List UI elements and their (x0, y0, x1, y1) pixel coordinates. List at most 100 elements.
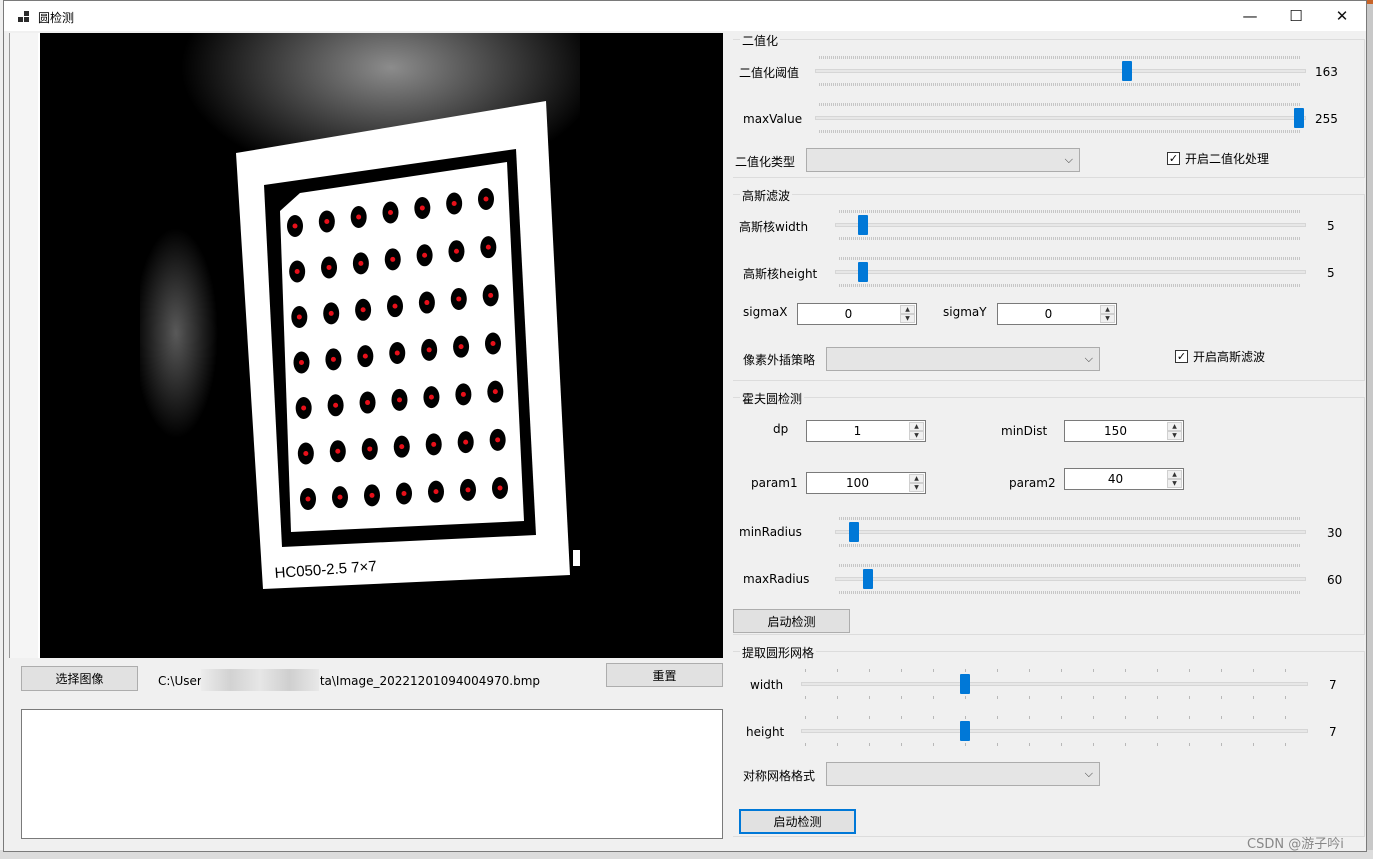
hough-group: 霍夫圆检测 dp 1 ▲ ▼ minDist 150 ▲ ▼ param1 100 … (733, 390, 1365, 635)
spin-down-icon[interactable]: ▼ (1100, 314, 1115, 323)
detected-center-marker (294, 269, 300, 274)
maxradius-label: maxRadius (743, 572, 810, 586)
param1-stepper[interactable]: 100 ▲ ▼ (806, 472, 926, 494)
output-textbox[interactable] (21, 709, 723, 839)
reset-button[interactable]: 重置 (606, 663, 723, 687)
detected-center-marker (483, 196, 489, 202)
detected-center-marker (358, 260, 364, 266)
spin-up-icon[interactable]: ▲ (1167, 422, 1182, 431)
maxradius-slider-ticks-top (839, 564, 1301, 567)
grid-height-slider-thumb[interactable] (960, 721, 971, 741)
gauss-width-value: 5 (1327, 219, 1335, 233)
sigmax-label: sigmaX (743, 305, 788, 319)
binarize-type-dropdown[interactable]: ⌵ (806, 148, 1080, 172)
hough-start-button[interactable]: 启动检测 (733, 609, 850, 633)
spin-down-icon[interactable]: ▼ (1167, 431, 1182, 440)
grid-width-slider-ticks-bottom (805, 696, 1305, 699)
title-bar[interactable]: 圆检测 — ☐ ✕ (4, 1, 1366, 31)
border-mode-dropdown[interactable]: ⌵ (826, 347, 1100, 371)
sigmay-stepper[interactable]: 0 ▲ ▼ (997, 303, 1117, 325)
grid-format-dropdown[interactable]: ⌵ (826, 762, 1100, 786)
max-value-slider-thumb[interactable] (1294, 108, 1304, 128)
spin-up-icon[interactable]: ▲ (909, 422, 924, 431)
mindist-stepper[interactable]: 150 ▲ ▼ (1064, 420, 1184, 442)
spin-down-icon[interactable]: ▼ (1167, 479, 1182, 488)
gauss-height-slider-thumb[interactable] (858, 262, 869, 282)
grid-height-label: height (746, 725, 785, 739)
gauss-height-slider[interactable] (835, 270, 1306, 274)
param1-value: 100 (846, 476, 869, 490)
max-value-slider[interactable] (815, 116, 1306, 120)
enable-binarize-checkbox[interactable]: ✓ 开启二值化处理 (1167, 150, 1269, 167)
minradius-slider-thumb[interactable] (848, 522, 859, 542)
minradius-slider[interactable] (835, 530, 1306, 534)
detected-center-marker (330, 356, 336, 362)
detected-center-marker (426, 347, 432, 353)
gauss-width-slider[interactable] (835, 223, 1306, 227)
binarize-group: 二值化 二值化阈值 163 maxValue 255 二值化类型 ⌵ ✓ 开启二… (733, 32, 1365, 178)
grid-height-slider[interactable] (801, 729, 1308, 733)
detected-center-marker (324, 219, 330, 224)
spin-up-icon[interactable]: ▲ (1100, 305, 1115, 314)
detected-center-marker (495, 437, 501, 443)
select-image-button[interactable]: 选择图像 (21, 666, 138, 691)
grid-width-slider[interactable] (801, 682, 1308, 686)
detected-center-marker (292, 223, 298, 229)
detected-center-marker (485, 244, 491, 250)
grid-width-slider-thumb[interactable] (960, 674, 971, 694)
spin-down-icon[interactable]: ▼ (909, 431, 924, 440)
spin-up-icon[interactable]: ▲ (909, 474, 924, 483)
maxradius-slider[interactable] (835, 577, 1306, 581)
detected-center-marker (390, 256, 396, 262)
detected-center-marker (303, 451, 309, 456)
param2-stepper[interactable]: 40 ▲ ▼ (1064, 468, 1184, 490)
gauss-width-slider-ticks-top (839, 210, 1301, 213)
enable-gauss-checkbox[interactable]: ✓ 开启高斯滤波 (1175, 348, 1265, 365)
redacted-region (201, 669, 319, 691)
detected-center-marker (299, 360, 304, 365)
threshold-slider[interactable] (815, 69, 1306, 73)
mindist-label: minDist (1001, 424, 1048, 438)
gauss-height-label: 高斯核height (743, 267, 818, 281)
detected-center-marker (422, 252, 428, 258)
param2-label: param2 (1009, 476, 1056, 490)
maximize-button[interactable]: ☐ (1273, 1, 1319, 31)
binarize-group-title: 二值化 (740, 32, 781, 49)
spin-down-icon[interactable]: ▼ (909, 483, 924, 492)
spin-up-icon[interactable]: ▲ (1167, 470, 1182, 479)
detected-center-marker (296, 314, 302, 320)
threshold-label: 二值化阈值 (739, 66, 800, 80)
grid-height-slider-ticks-bottom (805, 743, 1305, 746)
gauss-height-slider-ticks-bottom (839, 284, 1301, 287)
detected-center-marker (394, 350, 400, 356)
threshold-slider-thumb[interactable] (1122, 61, 1133, 81)
gauss-width-slider-ticks-bottom (839, 237, 1301, 240)
detected-center-marker (433, 489, 439, 495)
sigmax-stepper[interactable]: 0 ▲ ▼ (797, 303, 917, 325)
gauss-height-slider-ticks-top (839, 257, 1301, 260)
detected-center-marker (369, 492, 375, 498)
dp-stepper[interactable]: 1 ▲ ▼ (806, 420, 926, 442)
spin-up-icon[interactable]: ▲ (900, 305, 915, 314)
maxradius-slider-thumb[interactable] (862, 569, 873, 589)
max-value-value: 255 (1315, 112, 1338, 126)
grid-group-title: 提取圆形网格 (740, 644, 817, 661)
detected-center-marker (388, 210, 393, 215)
calibration-board-image: HC050-2.5 7×7 (10, 33, 723, 658)
spin-down-icon[interactable]: ▼ (900, 314, 915, 323)
detected-center-marker (301, 405, 307, 411)
detected-center-marker (456, 296, 462, 302)
close-button[interactable]: ✕ (1319, 1, 1365, 31)
detected-center-marker (401, 491, 407, 496)
detected-center-marker (490, 341, 496, 346)
minradius-label: minRadius (739, 525, 802, 539)
app-icon (18, 11, 29, 22)
detected-center-marker (424, 300, 430, 306)
dp-label: dp (773, 422, 789, 436)
detected-center-marker (335, 448, 341, 454)
dp-value: 1 (853, 424, 862, 438)
minimize-button[interactable]: — (1227, 1, 1273, 31)
grid-start-button[interactable]: 启动检测 (739, 809, 856, 834)
gauss-width-slider-thumb[interactable] (858, 215, 869, 235)
enable-binarize-label: 开启二值化处理 (1185, 152, 1270, 166)
